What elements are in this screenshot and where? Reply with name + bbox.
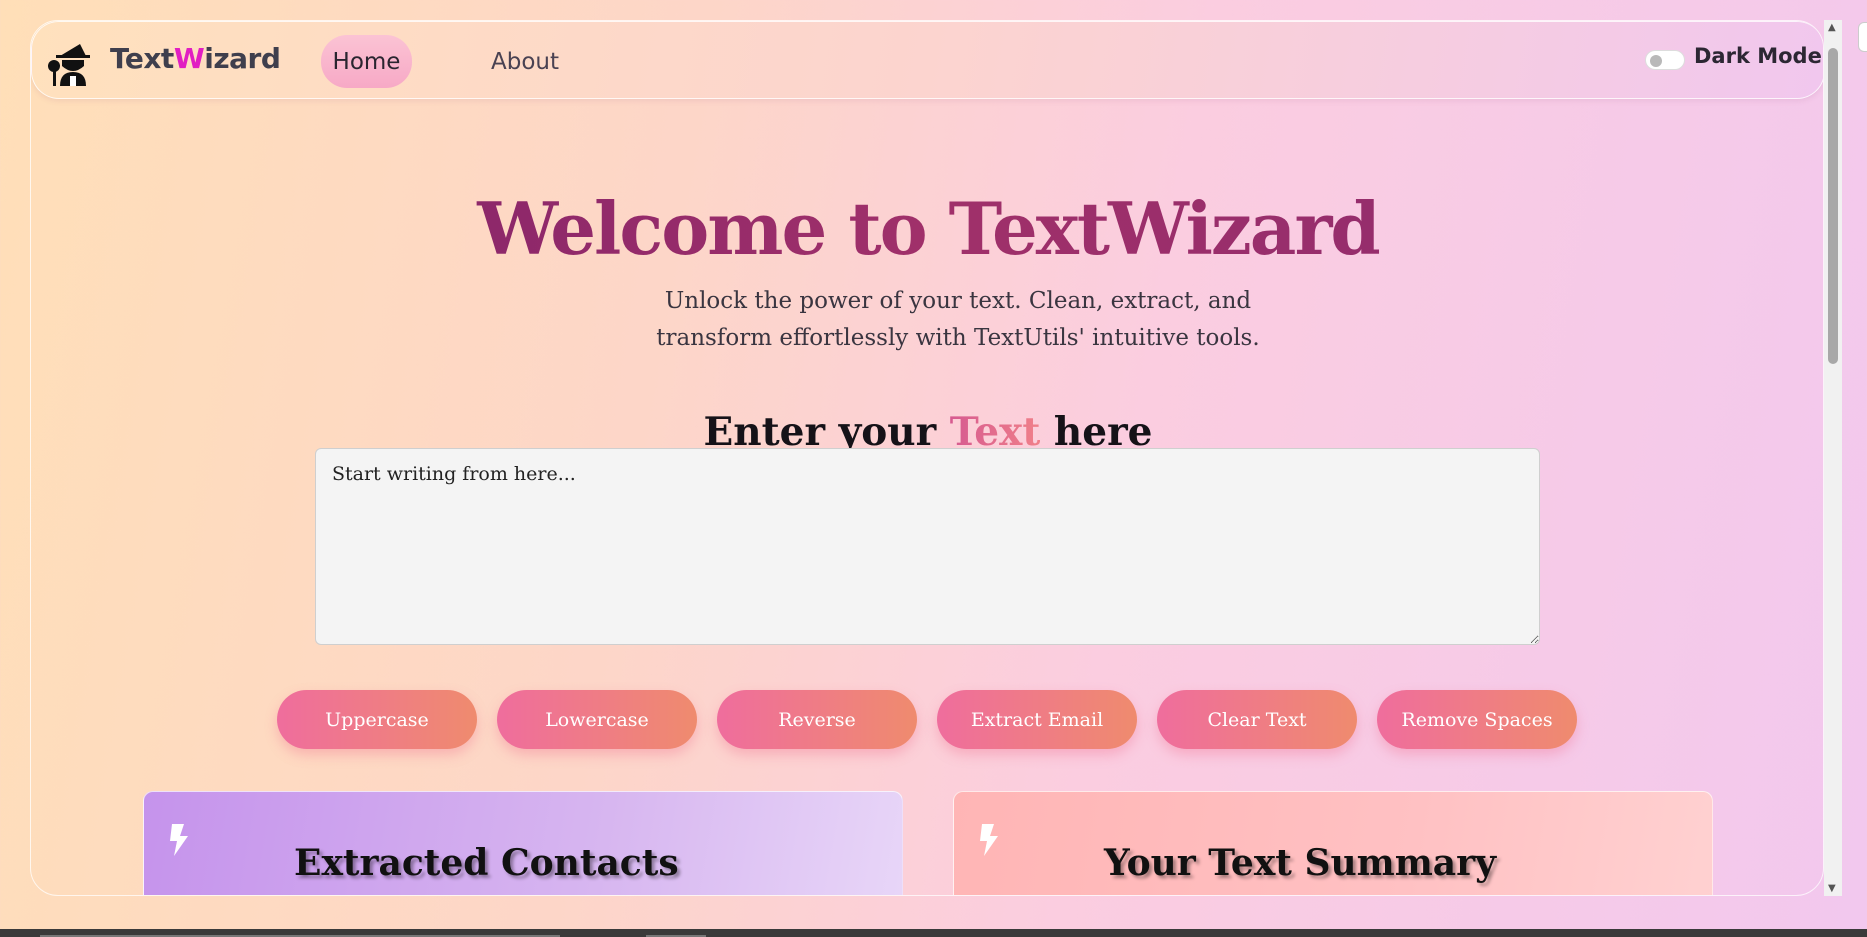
nav-about[interactable]: About bbox=[491, 35, 559, 88]
dark-mode-label: Dark Mode bbox=[1694, 44, 1822, 68]
text-summary-card: Your Text Summary bbox=[953, 791, 1713, 895]
wizard-icon[interactable] bbox=[46, 36, 98, 88]
toggle-knob bbox=[1650, 55, 1662, 67]
taskbar bbox=[0, 929, 1867, 937]
app-frame: TextWizard Home About Dark Mode Welcome … bbox=[30, 20, 1824, 896]
hero-title: Welcome to TextWizard bbox=[31, 186, 1823, 271]
lowercase-button[interactable]: Lowercase bbox=[497, 690, 697, 749]
card-title: Extracted Contacts bbox=[294, 842, 679, 884]
extracted-contacts-card: Extracted Contacts bbox=[143, 791, 903, 895]
remove-spaces-button[interactable]: Remove Spaces bbox=[1377, 690, 1577, 749]
scroll-thumb[interactable] bbox=[1828, 48, 1838, 364]
bolt-icon bbox=[170, 824, 188, 856]
hero-subtitle: Unlock the power of your text. Clean, ex… bbox=[656, 288, 1260, 351]
text-input[interactable] bbox=[315, 448, 1540, 645]
scroll-down-arrow-icon[interactable]: ▼ bbox=[1828, 883, 1836, 894]
uppercase-button[interactable]: Uppercase bbox=[277, 690, 477, 749]
clear-text-button[interactable]: Clear Text bbox=[1157, 690, 1357, 749]
bolt-icon bbox=[980, 824, 998, 856]
scrollbar[interactable]: ▲ ▼ bbox=[1824, 20, 1842, 896]
brand-name[interactable]: TextWizard bbox=[110, 42, 281, 75]
reverse-button[interactable]: Reverse bbox=[717, 690, 917, 749]
navbar: TextWizard Home About Dark Mode bbox=[31, 21, 1823, 99]
dark-mode-toggle[interactable] bbox=[1645, 50, 1685, 70]
side-panel-tab[interactable] bbox=[1858, 22, 1867, 52]
extract-email-button[interactable]: Extract Email bbox=[937, 690, 1137, 749]
action-buttons: Uppercase Lowercase Reverse Extract Emai… bbox=[277, 690, 1577, 749]
card-title: Your Text Summary bbox=[1104, 842, 1497, 884]
nav-home[interactable]: Home bbox=[321, 35, 412, 88]
scroll-up-arrow-icon[interactable]: ▲ bbox=[1828, 22, 1836, 33]
